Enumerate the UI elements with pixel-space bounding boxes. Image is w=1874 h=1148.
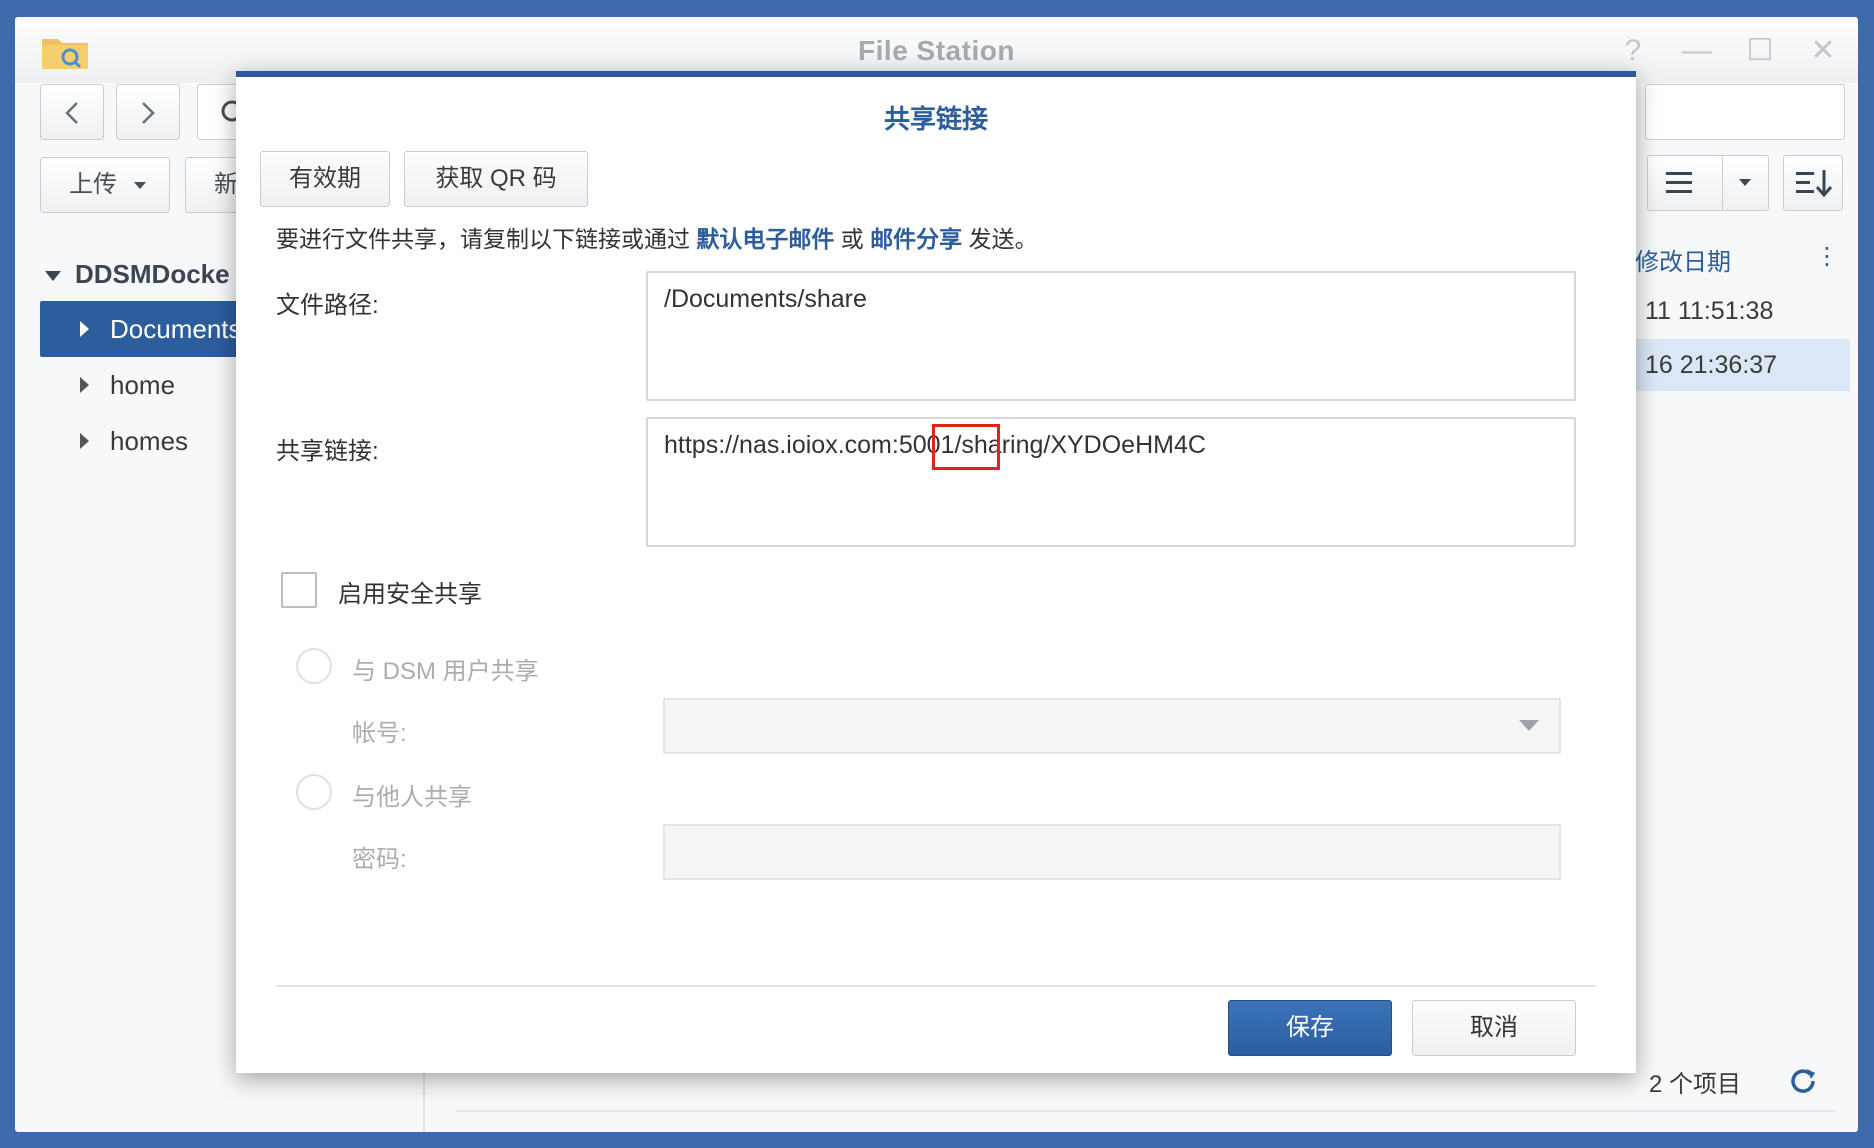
view-divider <box>1722 156 1723 210</box>
share-link-field[interactable]: https://nas.ioiox.com:5001/sharing/XYDOe… <box>646 417 1576 547</box>
sidebar-item-label: homes <box>110 426 189 456</box>
save-button[interactable]: 保存 <box>1228 1000 1392 1056</box>
forward-button[interactable] <box>116 84 180 140</box>
caret-right-icon <box>80 433 89 449</box>
upload-label: 上传 <box>69 171 117 198</box>
caret-down-icon <box>45 271 61 282</box>
back-icon <box>65 102 78 124</box>
table-row[interactable]: 11 11:51:38 <box>1625 285 1850 337</box>
column-more-icon[interactable]: ⋮ <box>1815 242 1839 271</box>
chevron-down-icon <box>1739 179 1751 186</box>
share-with-others-radio[interactable] <box>296 774 332 810</box>
modified-cell: 16 21:36:37 <box>1645 351 1778 379</box>
column-header-modified[interactable]: 修改日期 <box>1635 242 1731 277</box>
intro-text: 要进行文件共享，请复制以下链接或通过 默认电子邮件 或 邮件分享 发送。 <box>276 220 1038 254</box>
intro-prefix: 要进行文件共享，请复制以下链接或通过 <box>276 226 690 252</box>
account-select[interactable] <box>663 698 1561 754</box>
account-label: 帐号: <box>352 720 407 747</box>
sort-button[interactable] <box>1783 155 1843 211</box>
help-icon[interactable]: ? <box>1615 33 1651 69</box>
chevron-down-icon <box>133 182 146 190</box>
default-email-link[interactable]: 默认电子邮件 <box>696 226 834 252</box>
maximize-icon[interactable]: ☐ <box>1742 33 1778 69</box>
minimize-icon[interactable]: — <box>1679 33 1715 69</box>
password-field[interactable] <box>663 824 1561 880</box>
sort-icon <box>1796 170 1833 198</box>
share-link-label: 共享链接: <box>276 438 379 465</box>
forward-icon <box>142 102 155 124</box>
intro-middle: 或 <box>840 226 864 252</box>
intro-suffix: 发送。 <box>968 226 1038 252</box>
upload-button[interactable]: 上传 <box>40 157 170 213</box>
share-link-dialog: 共享链接 有效期 获取 QR 码 要进行文件共享，请复制以下链接或通过 默认电子… <box>236 71 1636 1073</box>
share-with-dsm-label: 与 DSM 用户共享 <box>352 658 539 685</box>
table-row[interactable]: 16 21:36:37 <box>1625 339 1850 391</box>
item-count: 2 个项目 <box>1649 1071 1742 1098</box>
path-field[interactable] <box>1645 84 1845 140</box>
get-qr-button[interactable]: 获取 QR 码 <box>404 151 588 207</box>
view-mode-button[interactable] <box>1647 155 1769 211</box>
tree-root[interactable]: DDSMDocke <box>45 259 230 290</box>
refresh-icon[interactable] <box>1785 1063 1821 1099</box>
window-title: File Station <box>858 35 1015 66</box>
chevron-down-icon <box>1519 720 1539 731</box>
secure-share-label: 启用安全共享 <box>338 581 482 608</box>
sidebar-item-label: home <box>110 370 176 400</box>
validity-button[interactable]: 有效期 <box>260 151 390 207</box>
dialog-title: 共享链接 <box>883 104 988 134</box>
status-divider <box>455 1110 1835 1112</box>
tree-root-label: DDSMDocke <box>75 259 230 289</box>
mail-share-link[interactable]: 邮件分享 <box>870 226 962 252</box>
back-button[interactable] <box>40 84 104 140</box>
share-with-dsm-radio[interactable] <box>296 648 332 684</box>
file-path-field[interactable]: /Documents/share <box>646 271 1576 401</box>
new-label: 新 <box>214 171 238 198</box>
sidebar-item-label: Documents <box>110 314 242 344</box>
close-icon[interactable]: ✕ <box>1805 33 1841 69</box>
file-path-label: 文件路径: <box>276 292 379 319</box>
share-with-others-label: 与他人共享 <box>352 784 472 811</box>
port-highlight-box <box>932 424 1000 470</box>
password-label: 密码: <box>352 846 407 873</box>
modified-cell: 11 11:51:38 <box>1645 297 1774 325</box>
list-view-icon <box>1666 172 1692 193</box>
caret-right-icon <box>80 377 89 393</box>
secure-share-checkbox[interactable] <box>281 572 317 608</box>
cancel-button[interactable]: 取消 <box>1412 1000 1576 1056</box>
footer-divider <box>276 985 1596 987</box>
caret-right-icon <box>80 321 89 337</box>
